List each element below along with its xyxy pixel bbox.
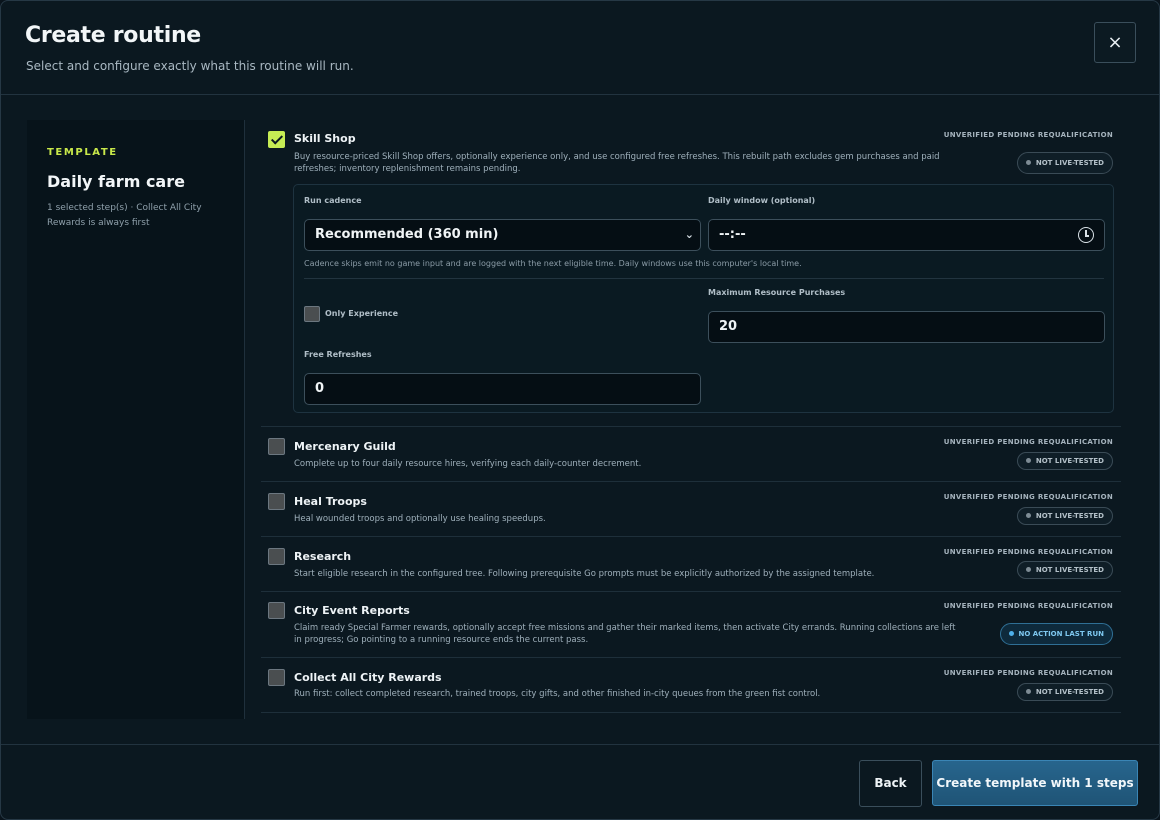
step-checkbox-research[interactable] (268, 548, 285, 565)
step-description: Buy resource-priced Skill Shop offers, o… (294, 152, 940, 174)
only-experience-label: Only Experience (325, 309, 398, 318)
dialog-title: Create routine (25, 23, 201, 48)
max-purchases-label: Maximum Resource Purchases (708, 288, 846, 297)
config-divider (304, 278, 1104, 279)
status-dot-icon (1025, 457, 1031, 463)
status-badge: NOT LIVE-TESTED (1016, 507, 1113, 525)
daily-window-input[interactable]: --:-- (708, 219, 1105, 251)
step-mercenary-guild: Mercenary Guild Complete up to four dail… (261, 427, 1121, 482)
status-badge: NOT LIVE-TESTED (1016, 561, 1113, 579)
free-refreshes-input[interactable]: 0 (304, 373, 701, 405)
status-badge: NO ACTION LAST RUN (999, 623, 1113, 645)
status-badge: NOT LIVE-TESTED (1016, 452, 1113, 470)
free-refreshes-value: 0 (315, 381, 325, 396)
close-icon: × (1107, 32, 1123, 53)
status-dot-icon (1008, 630, 1014, 636)
skill-shop-config: Run cadence Recommended (360 min) ⌄ Dail… (293, 184, 1114, 413)
cadence-note: Cadence skips emit no game input and are… (304, 259, 802, 268)
step-title: City Event Reports (294, 604, 410, 617)
step-collect-all-city-rewards: Collect All City Rewards Run first: coll… (261, 658, 1121, 713)
max-purchases-value: 20 (719, 319, 738, 334)
status-badge-text: NOT LIVE-TESTED (1035, 457, 1104, 465)
status-badge: NOT LIVE-TESTED (1016, 152, 1113, 174)
step-research: Research Start eligible research in the … (261, 537, 1121, 592)
template-name: Daily farm care (47, 172, 185, 191)
template-sidebar: TEMPLATE Daily farm care 1 selected step… (27, 120, 245, 719)
requalification-label: UNVERIFIED PENDING REQUALIFICATION (943, 131, 1113, 139)
template-label: TEMPLATE (47, 147, 118, 158)
clock-icon[interactable] (1078, 227, 1094, 243)
step-checkbox-city-event-reports[interactable] (268, 602, 285, 619)
requalification-label: UNVERIFIED PENDING REQUALIFICATION (943, 602, 1113, 610)
daily-window-label: Daily window (optional) (708, 196, 816, 205)
run-cadence-label: Run cadence (304, 196, 362, 205)
step-checkbox-mercenary-guild[interactable] (268, 438, 285, 455)
status-badge-text: NOT LIVE-TESTED (1035, 688, 1104, 696)
dialog-footer: Back Create template with 1 steps (1, 744, 1159, 819)
status-badge-text: NOT LIVE-TESTED (1035, 566, 1104, 574)
status-dot-icon (1025, 566, 1031, 572)
status-dot-icon (1025, 512, 1031, 518)
status-dot-icon (1025, 159, 1031, 165)
run-cadence-select[interactable]: Recommended (360 min) ⌄ (304, 219, 701, 251)
requalification-label: UNVERIFIED PENDING REQUALIFICATION (943, 669, 1113, 677)
step-title: Research (294, 550, 352, 563)
chevron-down-icon: ⌄ (684, 228, 694, 241)
dialog-subtitle: Select and configure exactly what this r… (26, 59, 354, 73)
template-description: 1 selected step(s) · Collect All City Re… (47, 203, 202, 228)
step-description: Run first: collect completed research, t… (294, 689, 821, 699)
create-template-button[interactable]: Create template with 1 steps (932, 760, 1138, 806)
status-badge-text: NOT LIVE-TESTED (1035, 512, 1104, 520)
step-title: Heal Troops (294, 495, 367, 508)
step-heal-troops: Heal Troops Heal wounded troops and opti… (261, 482, 1121, 537)
status-dot-icon (1025, 688, 1031, 694)
step-description: Start eligible research in the configure… (294, 569, 875, 579)
back-button[interactable]: Back (859, 760, 922, 807)
max-purchases-input[interactable]: 20 (708, 311, 1105, 343)
run-cadence-value: Recommended (360 min) (315, 227, 499, 242)
free-refreshes-label: Free Refreshes (304, 350, 372, 359)
step-title: Collect All City Rewards (294, 671, 442, 684)
close-button[interactable]: × (1094, 22, 1136, 63)
requalification-label: UNVERIFIED PENDING REQUALIFICATION (943, 493, 1113, 501)
step-checkbox-skill-shop[interactable] (268, 131, 285, 148)
step-description: Heal wounded troops and optionally use h… (294, 514, 546, 524)
daily-window-value: --:-- (719, 227, 746, 242)
create-routine-dialog: Create routine Select and configure exac… (0, 0, 1160, 820)
step-checkbox-heal-troops[interactable] (268, 493, 285, 510)
step-description: Claim ready Special Farmer rewards, opti… (294, 623, 956, 645)
status-badge-text: NO ACTION LAST RUN (1018, 630, 1105, 638)
step-description: Complete up to four daily resource hires… (294, 459, 642, 469)
status-badge-text: NOT LIVE-TESTED (1035, 159, 1104, 167)
step-city-event-reports: City Event Reports Claim ready Special F… (261, 592, 1121, 658)
step-checkbox-collect-all-city-rewards[interactable] (268, 669, 285, 686)
step-title: Skill Shop (294, 132, 356, 145)
step-title: Mercenary Guild (294, 440, 396, 453)
status-badge: NOT LIVE-TESTED (1016, 683, 1113, 701)
requalification-label: UNVERIFIED PENDING REQUALIFICATION (943, 548, 1113, 556)
requalification-label: UNVERIFIED PENDING REQUALIFICATION (943, 438, 1113, 446)
only-experience-checkbox[interactable] (304, 306, 320, 322)
dialog-header: Create routine Select and configure exac… (1, 1, 1159, 95)
